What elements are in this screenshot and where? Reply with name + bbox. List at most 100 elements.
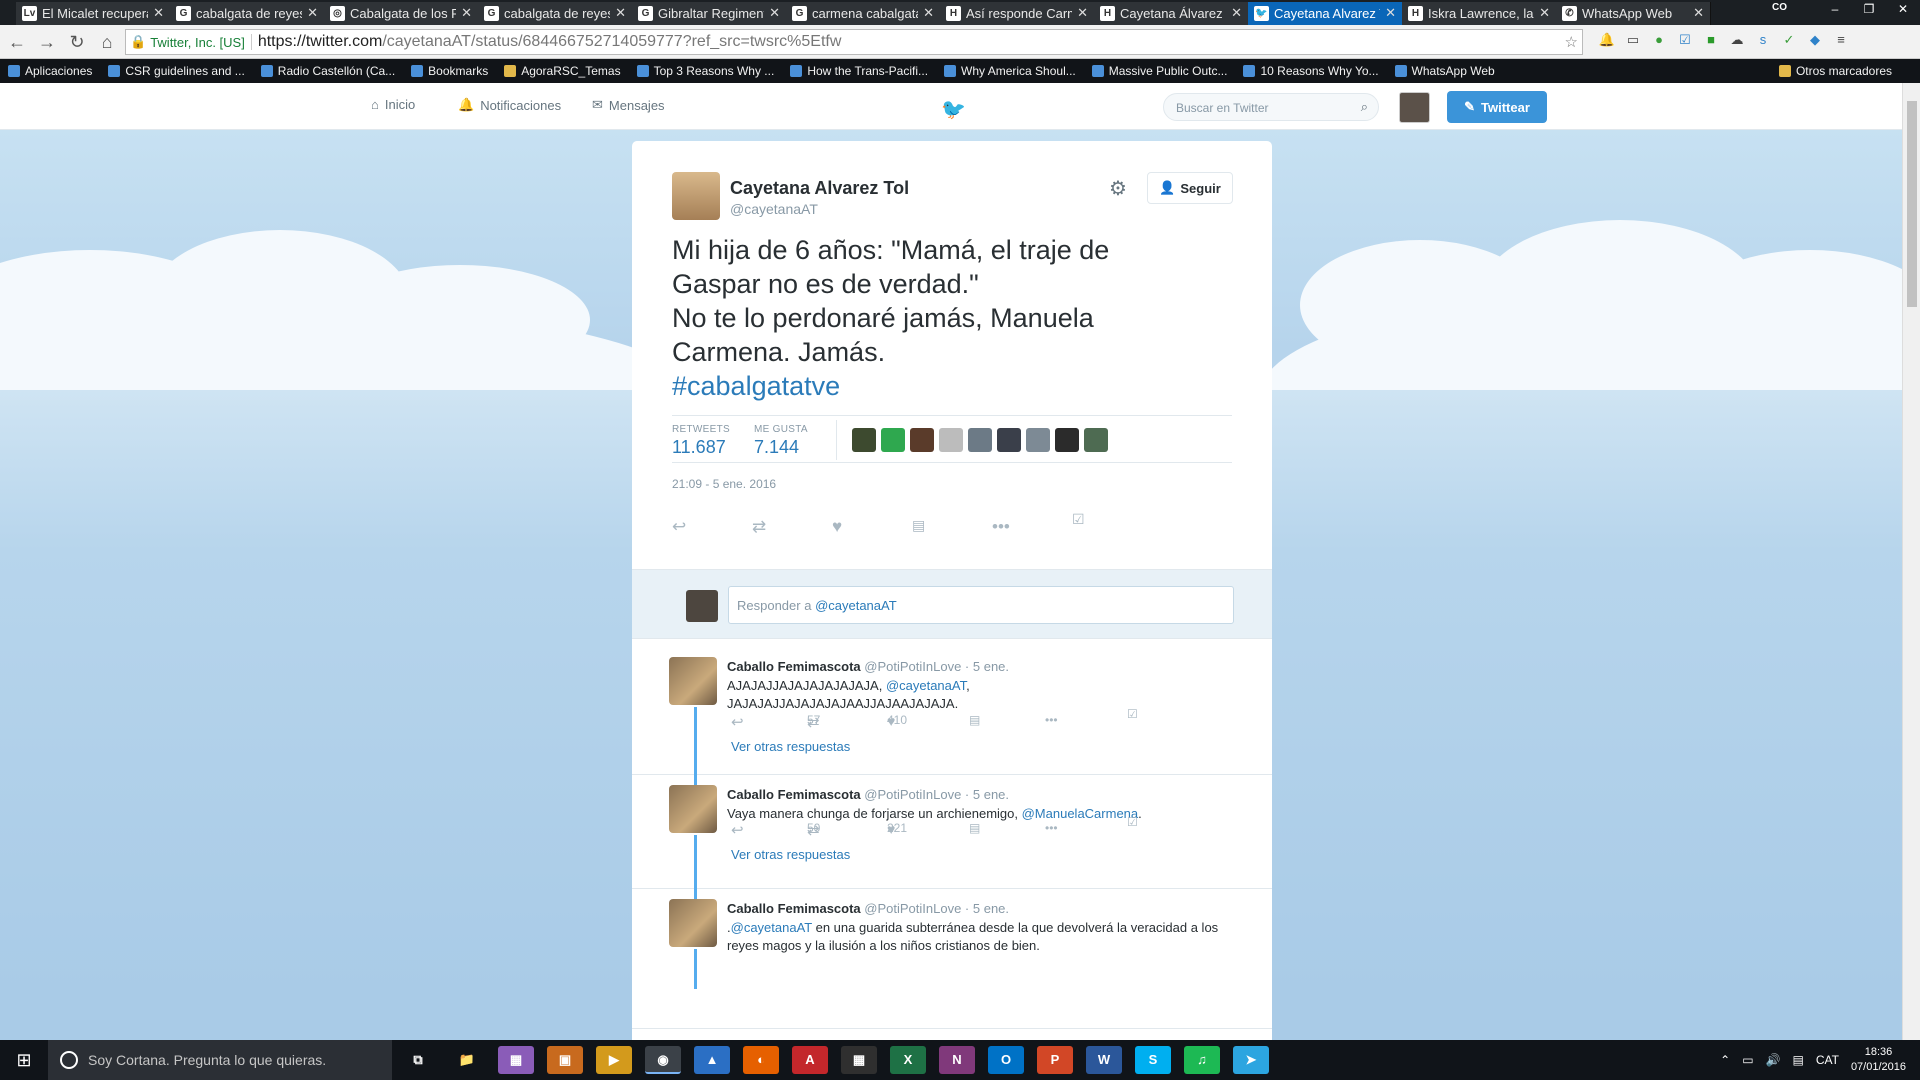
reply-mention-link[interactable]: @ManuelaCarmena (1022, 806, 1139, 821)
bookmark-item[interactable]: Bookmarks (411, 64, 488, 78)
page-scrollbar[interactable] (1902, 83, 1920, 1040)
taskbar-app-powerpoint[interactable]: P (1037, 1046, 1073, 1074)
taskbar-app-app-blue[interactable]: ▲ (694, 1046, 730, 1074)
reply-author-name[interactable]: Caballo Femimascota (727, 787, 861, 802)
more-icon[interactable]: ••• (1045, 713, 1058, 727)
bookmark-item[interactable]: CSR guidelines and ... (108, 64, 245, 78)
taskbar-app-acrobat[interactable]: A (792, 1046, 828, 1074)
taskbar-app-excel[interactable]: X (890, 1046, 926, 1074)
extension-icon[interactable]: ☑ (1676, 31, 1694, 49)
search-input[interactable]: Buscar en Twitter ⌕ (1163, 93, 1379, 121)
back-button[interactable]: ← (4, 29, 30, 55)
reply-icon[interactable]: ↩ (731, 821, 744, 839)
language-indicator[interactable]: CAT (1816, 1053, 1839, 1067)
browser-tab[interactable]: Gcabalgata de reyes ✕ (478, 2, 633, 25)
bookmark-star-icon[interactable]: ☆ (1565, 33, 1578, 51)
ev-certificate-badge[interactable]: 🔒 Twitter, Inc. [US] (130, 34, 252, 50)
forward-button[interactable]: → (34, 29, 60, 55)
taskbar-app-outlook[interactable]: O (988, 1046, 1024, 1074)
bookmark-item[interactable]: Aplicaciones (8, 64, 92, 78)
dm-share-icon[interactable]: ☑ (1127, 707, 1138, 721)
taskbar-app-telegram[interactable]: ➤ (1233, 1046, 1269, 1074)
browser-tab[interactable]: ◎ Cabalgata de los R ✕ (324, 2, 479, 25)
analytics-icon[interactable]: ▤ (969, 713, 980, 727)
bookmark-item[interactable]: Why America Shoul... (944, 64, 1076, 78)
like-count[interactable]: ME GUSTA 7.144 (754, 424, 808, 458)
tab-close-icon[interactable]: ✕ (307, 5, 318, 21)
tweet-timestamp[interactable]: 21:09 - 5 ene. 2016 (672, 477, 776, 491)
tab-close-icon[interactable]: ✕ (153, 5, 164, 21)
author-handle[interactable]: @cayetanaAT (730, 201, 818, 217)
taskbar-app-media-player[interactable]: ▶ (596, 1046, 632, 1074)
notification-bell-icon[interactable]: 🔔 (1598, 31, 1616, 49)
user-avatar[interactable] (1399, 92, 1430, 123)
reply-author-handle[interactable]: @PotiPotiInLove (864, 787, 961, 802)
liker-avatar[interactable] (910, 428, 934, 452)
reply-icon[interactable]: ↩ (731, 713, 744, 731)
tab-close-icon[interactable]: ✕ (615, 5, 626, 21)
scrollbar-thumb[interactable] (1907, 101, 1917, 307)
dm-share-icon[interactable]: ☑ (1072, 511, 1085, 528)
taskbar-app-file-explorer[interactable]: 📁 (449, 1046, 485, 1074)
more-icon[interactable]: ••• (1045, 821, 1058, 835)
reply-input[interactable]: Responder a @cayetanaAT (728, 586, 1234, 624)
bookmark-item[interactable]: Radio Castellón (Ca... (260, 64, 395, 78)
liker-avatar[interactable] (1026, 428, 1050, 452)
taskbar-app-onenote[interactable]: N (939, 1046, 975, 1074)
follow-button[interactable]: 👤 Seguir (1147, 172, 1233, 204)
profile-badge[interactable]: CO (1772, 2, 1808, 16)
browser-tab[interactable]: H Cayetana Álvarez d ✕ (1094, 2, 1249, 25)
tweet-button[interactable]: ✎ Twittear (1447, 91, 1547, 123)
gear-icon[interactable]: ⚙ (1109, 176, 1127, 201)
reply-author-handle[interactable]: @PotiPotiInLove (864, 901, 961, 916)
extension-icon[interactable]: ☁ (1728, 31, 1746, 49)
chrome-menu-icon[interactable]: ≡ (1832, 31, 1850, 49)
browser-tab[interactable]: G Gibraltar Regiment ✕ (632, 2, 787, 25)
reply-time[interactable]: 5 ene. (973, 787, 1009, 802)
hashtag-link[interactable]: #cabalgatatve (672, 369, 1192, 403)
extension-icon[interactable]: ◆ (1806, 31, 1824, 49)
see-more-replies-link[interactable]: Ver otras respuestas (731, 847, 850, 862)
reply-tweet[interactable]: Caballo Femimascota @PotiPotiInLove · 5 … (632, 775, 1272, 917)
liker-avatar[interactable] (881, 428, 905, 452)
liker-avatar[interactable] (852, 428, 876, 452)
reply-time[interactable]: 5 ene. (973, 659, 1009, 674)
retweet-icon[interactable]: ⇄ (752, 517, 766, 537)
taskbar-app-task-view[interactable]: ⧉ (400, 1046, 436, 1074)
bookmark-item[interactable]: WhatsApp Web (1394, 64, 1495, 78)
minimize-button[interactable]: – (1818, 0, 1852, 22)
search-icon[interactable]: ⌕ (1361, 99, 1368, 115)
volume-icon[interactable]: 🔊 (1766, 1053, 1781, 1067)
cortana-search-box[interactable]: Soy Cortana. Pregunta lo que quieras. (48, 1040, 392, 1080)
tab-close-icon[interactable]: ✕ (461, 5, 472, 21)
see-more-replies-link[interactable]: Ver otras respuestas (731, 739, 850, 754)
nav-home[interactable]: ⌂ Inicio (371, 97, 415, 112)
reply-icon[interactable]: ↩ (672, 517, 686, 537)
extension-icon[interactable]: ■ (1702, 31, 1720, 49)
browser-tab[interactable]: H Iskra Lawrence, la n ✕ (1402, 2, 1557, 25)
tab-close-icon[interactable]: ✕ (1693, 5, 1704, 21)
tab-close-icon[interactable]: ✕ (1077, 5, 1088, 21)
reply-avatar[interactable] (669, 785, 717, 833)
reply-author-name[interactable]: Caballo Femimascota (727, 659, 861, 674)
tab-close-icon[interactable]: ✕ (1385, 5, 1396, 21)
reply-mention-link[interactable]: @cayetanaAT (886, 678, 966, 693)
taskbar-app-calculator[interactable]: ▦ (841, 1046, 877, 1074)
home-button[interactable]: ⌂ (94, 29, 120, 55)
twitter-bird-icon[interactable]: 🐦 (941, 97, 966, 122)
reply-author-handle[interactable]: @PotiPotiInLove (864, 659, 961, 674)
start-button[interactable]: ⊞ (0, 1040, 48, 1080)
nav-messages[interactable]: ✉ Mensajes (592, 97, 665, 113)
tab-close-icon[interactable]: ✕ (923, 5, 934, 21)
tab-close-icon[interactable]: ✕ (1231, 5, 1242, 21)
clock[interactable]: 18:36 07/01/2016 (1851, 1045, 1906, 1075)
liker-avatar[interactable] (939, 428, 963, 452)
bookmark-item[interactable]: Top 3 Reasons Why ... (636, 64, 774, 78)
analytics-icon[interactable]: ▤ (912, 517, 925, 534)
liker-avatar[interactable] (968, 428, 992, 452)
reply-tweet[interactable]: Caballo Femimascota @PotiPotiInLove · 5 … (632, 889, 1272, 1029)
liker-avatar[interactable] (1055, 428, 1079, 452)
reply-avatar[interactable] (669, 899, 717, 947)
tab-close-icon[interactable]: ✕ (769, 5, 780, 21)
reply-mention-link[interactable]: @cayetanaAT (731, 920, 812, 935)
